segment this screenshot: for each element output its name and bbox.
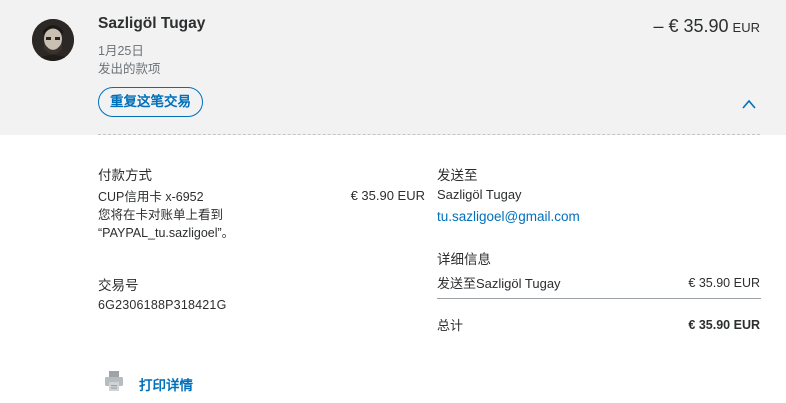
details-line-amount: € 35.90 EUR [688, 276, 760, 290]
statement-note-line1: 您将在卡对账单上看到 [98, 208, 224, 222]
total-label: 总计 [437, 318, 464, 333]
transaction-date: 1月25日 [98, 44, 144, 58]
details-line-label: 发送至Sazligöl Tugay [437, 276, 561, 291]
sent-to-heading: 发送至 [437, 168, 478, 183]
transaction-id: 6G2306188P318421G [98, 298, 227, 312]
section-divider [98, 134, 760, 135]
transaction-id-heading: 交易号 [98, 278, 139, 293]
transaction-type: 发出的款项 [98, 62, 161, 76]
payment-amount: € 35.90 EUR [350, 188, 425, 203]
details-rule [437, 298, 761, 299]
amount-currency: EUR [732, 20, 760, 35]
repeat-transaction-button[interactable]: 重复这笔交易 [98, 87, 203, 117]
sent-to-name: Sazligöl Tugay [437, 187, 522, 202]
total-amount: € 35.90 EUR [688, 318, 760, 332]
statement-note-line2: “PAYPAL_tu.sazligoel”。 [98, 226, 235, 240]
transaction-header: Sazligöl Tugay 1月25日 发出的款项 – € 35.90 EUR … [0, 0, 786, 135]
recipient-email-link[interactable]: tu.sazligoel@gmail.com [437, 209, 580, 224]
amount-value: – € 35.90 [653, 16, 729, 36]
chevron-up-icon[interactable] [741, 97, 757, 109]
payment-card: CUP信用卡 x-6952 [98, 190, 204, 204]
print-details-link[interactable]: 打印详情 [139, 374, 193, 394]
recipient-name: Sazligöl Tugay [98, 15, 206, 32]
printer-icon[interactable] [104, 370, 124, 392]
avatar [32, 19, 74, 61]
transaction-amount: – € 35.90 EUR [653, 16, 760, 37]
details-heading: 详细信息 [437, 252, 491, 267]
payment-method-heading: 付款方式 [98, 168, 152, 183]
